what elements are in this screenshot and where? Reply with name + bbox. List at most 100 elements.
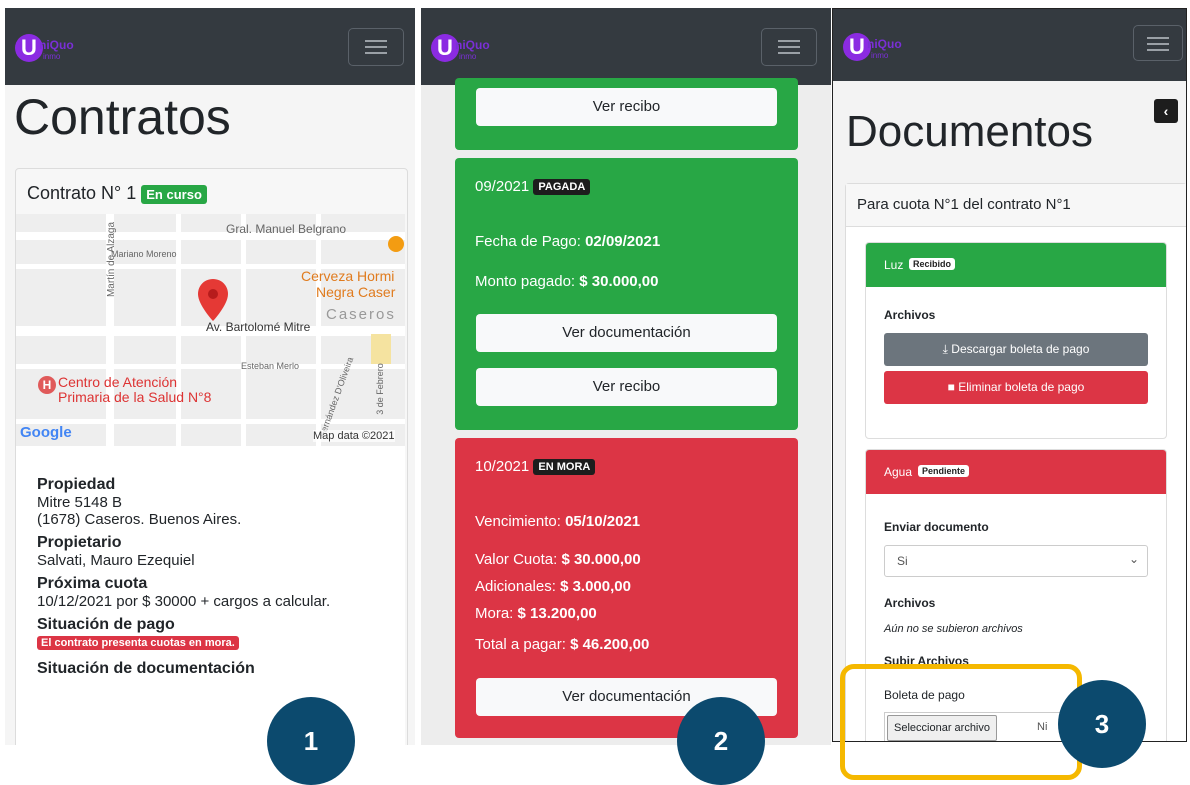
send-document-value: Si (897, 554, 908, 568)
map-street: Mariano Moreno (111, 249, 177, 259)
back-button[interactable]: ‹ (1154, 99, 1178, 123)
logo-name: niQuo (455, 38, 490, 52)
page-title: Contratos (14, 89, 231, 145)
property-line1: Mitre 5148 B (37, 494, 123, 511)
late-installment-card: 10/2021 EN MORA Vencimiento: 05/10/2021 … (455, 438, 798, 738)
send-document-select[interactable]: Si ⌄ (884, 545, 1148, 577)
logo-sub: inmo (43, 52, 61, 61)
navbar: U niQuo inmo (5, 8, 415, 85)
receipt-button[interactable]: Ver recibo (476, 88, 777, 126)
google-logo: Google (20, 424, 72, 441)
owner-value: Salvati, Mauro Ezequiel (37, 552, 195, 569)
agua-name: Agua (884, 465, 913, 479)
logo-sub: inmo (459, 52, 477, 61)
send-document-label: Enviar documento (884, 520, 989, 534)
documents-card: Para cuota N°1 del contrato N°1 Luz Reci… (845, 183, 1186, 741)
doc-status-label: Situación de documentación (37, 660, 255, 677)
property-line2: (1678) Caseros. Buenos Aires. (37, 511, 242, 528)
luz-status-badge: Recibido (909, 258, 956, 270)
brand-logo[interactable]: U niQuo inmo (431, 34, 521, 74)
amount-paid: Monto pagado: $ 30.000,00 (475, 273, 659, 290)
map-attribution: Map data ©2021 (313, 430, 395, 442)
map-place: Primaria de la Salud N°8 (58, 389, 212, 405)
map-street: Martín de Alzaga (106, 221, 118, 298)
map-place: Caseros (326, 306, 396, 323)
map-road (316, 214, 321, 446)
delete-label: Eliminar boleta de pago (958, 380, 1085, 394)
step-marker-3: 3 (1058, 680, 1146, 768)
no-files-text: Aún no se subieron archivos (884, 623, 1023, 635)
map-road (16, 232, 405, 240)
luz-files-label: Archivos (884, 308, 936, 322)
panel-contratos: U niQuo inmo Contratos Contrato N° 1 En … (5, 8, 415, 745)
card-header-text: Para cuota N°1 del contrato N°1 (857, 196, 1071, 213)
delete-file-button[interactable]: ■ Eliminar boleta de pago (884, 371, 1148, 404)
page-title: Documentos (846, 107, 1094, 156)
total-due: Total a pagar: $ 46.200,00 (475, 636, 650, 653)
trash-icon: ■ (947, 380, 955, 394)
navbar: U niQuo inmo (833, 9, 1186, 81)
panel-documentos: U niQuo inmo Documentos ‹ Para cuota N°1… (832, 8, 1187, 742)
property-map[interactable]: Gral. Manuel Belgrano Mariano Moreno Mar… (16, 214, 405, 446)
agua-header: Agua Pendiente (866, 450, 1166, 494)
documents-card-header: Para cuota N°1 del contrato N°1 (846, 184, 1186, 227)
contract-status-badge: En curso (141, 184, 207, 204)
map-road (176, 214, 181, 446)
luz-document: Luz Recibido Archivos ⤓ Descargar boleta… (865, 242, 1167, 439)
menu-toggle-button[interactable] (1133, 25, 1183, 61)
highlight-box (840, 664, 1082, 780)
paid-installment-card: 09/2021 PAGADA Fecha de Pago: 02/09/2021… (455, 158, 798, 430)
extra-charges: Adicionales: $ 3.000,00 (475, 578, 631, 595)
logo-name: niQuo (867, 37, 902, 51)
map-block (371, 334, 391, 364)
hospital-icon: H (38, 376, 56, 394)
contract-heading: Contrato N° 1 (27, 183, 137, 203)
download-label: Descargar boleta de pago (951, 342, 1090, 356)
payment-status-badge: El contrato presenta cuotas en mora. (37, 635, 239, 650)
menu-toggle-button[interactable] (761, 28, 817, 66)
restaurant-icon (388, 236, 404, 252)
previous-paid-card: Ver recibo (455, 78, 798, 150)
agua-status-badge: Pendiente (918, 465, 970, 477)
payment-status-label: Situación de pago (37, 616, 175, 633)
installment-period: 10/2021 EN MORA (475, 458, 596, 476)
map-street: Esteban Merlo (241, 361, 300, 371)
chevron-down-icon: ⌄ (1128, 552, 1139, 566)
next-payment-label: Próxima cuota (37, 575, 148, 592)
contract-info: Propiedad Mitre 5148 B (1678) Caseros. B… (16, 446, 405, 745)
map-place: Centro de Atención (58, 374, 178, 390)
documentation-button[interactable]: Ver documentación (476, 314, 777, 352)
agua-files-label: Archivos (884, 596, 936, 610)
map-place: Negra Caser (316, 284, 396, 300)
owner-label: Propietario (37, 534, 122, 551)
paid-badge: PAGADA (533, 179, 591, 196)
brand-logo[interactable]: U niQuo inmo (843, 33, 933, 73)
logo-name: niQuo (39, 38, 74, 52)
map-road (16, 419, 405, 424)
logo-sub: inmo (871, 51, 889, 60)
navbar: U niQuo inmo (421, 8, 831, 85)
brand-logo[interactable]: U niQuo inmo (15, 34, 105, 74)
download-file-button[interactable]: ⤓ Descargar boleta de pago (884, 333, 1148, 366)
property-label: Propiedad (37, 476, 116, 493)
map-street: Av. Bartolomé Mitre (206, 320, 311, 334)
late-fee: Mora: $ 13.200,00 (475, 605, 597, 622)
receipt-button[interactable]: Ver recibo (476, 368, 777, 406)
menu-toggle-button[interactable] (348, 28, 404, 66)
payment-date: Fecha de Pago: 02/09/2021 (475, 233, 661, 250)
luz-name: Luz (884, 258, 904, 272)
fee-value: Valor Cuota: $ 30.000,00 (475, 551, 641, 568)
location-pin-icon (198, 279, 228, 321)
map-street: Gral. Manuel Belgrano (226, 222, 347, 236)
download-icon: ⤓ (942, 342, 948, 356)
installment-period: 09/2021 PAGADA (475, 178, 591, 196)
luz-header: Luz Recibido (866, 243, 1166, 287)
contract-header: Contrato N° 1 En curso (27, 183, 207, 204)
map-street: 3 de Febrero (374, 363, 385, 415)
late-badge: EN MORA (533, 459, 596, 476)
next-payment-value: 10/12/2021 por $ 30000 + cargos a calcul… (37, 593, 331, 610)
map-place: Cerveza Hormi (301, 268, 395, 284)
step-marker-2: 2 (677, 697, 765, 785)
panel-cuotas: U niQuo inmo Ver recibo 09/2021 PAGADA F… (421, 8, 831, 745)
step-marker-1: 1 (267, 697, 355, 785)
